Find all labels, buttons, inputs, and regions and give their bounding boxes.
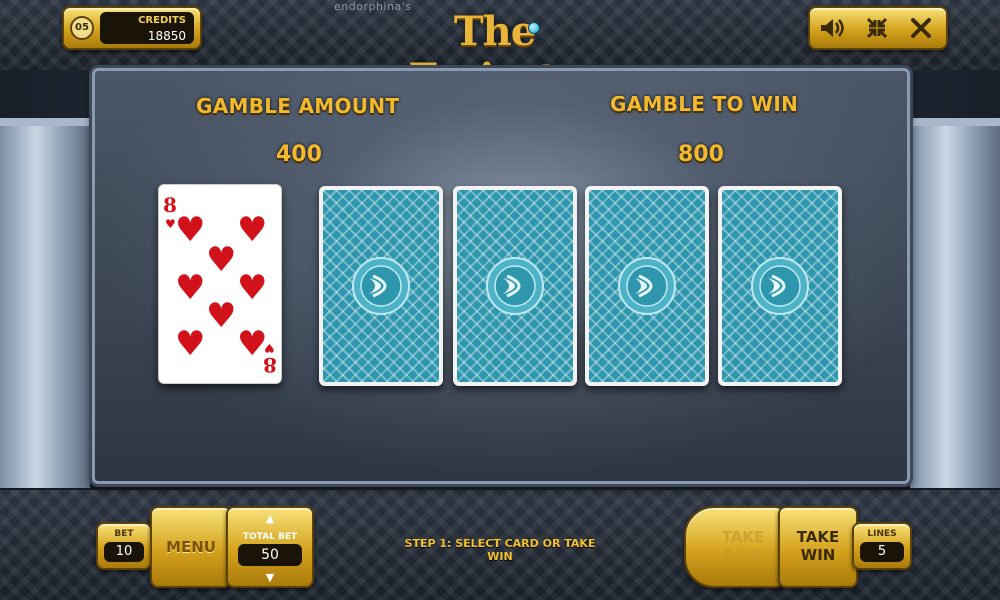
menu-label: MENU [166,538,216,556]
heart-icon: ♥ [237,210,268,250]
sound-button[interactable] [814,14,852,42]
bet-value: 10 [104,542,144,562]
take-win-button[interactable]: TAKE WIN [778,506,858,588]
heart-icon: ♥ [175,324,206,364]
lines-label: LINES [867,529,897,539]
heart-icon: ♥ [206,240,237,280]
right-pillar [910,118,1000,488]
fullscreen-button[interactable] [858,14,896,42]
bet-panel: BET 10 [96,522,152,570]
dealer-card: 8 ♥ ♥ ♥ ♥ ♥ ♥ ♥ ♥ ♥ ♥ 8 [158,184,282,384]
total-bet-panel: ▲ TOTAL BET 50 ▼ [226,506,314,588]
credits-label: CREDITS [138,15,186,26]
gem-icon [528,22,540,34]
level-badge: 05 [70,16,94,40]
card-emblem-icon [618,257,676,315]
credits-panel: 05 CREDITS 18850 [62,6,202,50]
bet-label: BET [114,529,134,539]
card-back-3[interactable] [585,186,709,386]
take-win-label: TAKE WIN [796,528,840,564]
menu-button[interactable]: MENU [150,506,232,588]
window-controls [808,6,948,50]
lines-value: 5 [860,542,904,562]
fullscreen-icon [866,17,888,39]
card-back-2[interactable] [453,186,577,386]
heart-icon: ♥ [206,296,237,336]
lines-panel: LINES 5 [852,522,912,570]
gamble-to-win-label: GAMBLE TO WIN [610,92,799,116]
close-icon [911,18,931,38]
total-bet-value: 50 [238,544,302,566]
card-rank: 8 [263,353,277,377]
heart-icon: ♥ [237,268,268,308]
take-risk-button[interactable]: TAKE RISK [684,506,784,588]
card-back-4[interactable] [718,186,842,386]
heart-icon: ♥ [175,210,206,250]
total-bet-label: TOTAL BET [242,532,298,542]
step-instruction: STEP 1: SELECT CARD OR TAKE WIN [404,537,596,563]
gamble-to-win-value: 800 [678,142,724,167]
gamble-amount-value: 400 [276,142,322,167]
card-emblem-icon [486,257,544,315]
speaker-icon [821,19,844,37]
take-risk-label: TAKE RISK [721,528,765,564]
card-emblem-icon [352,257,410,315]
card-back-1[interactable] [319,186,443,386]
credits-display: CREDITS 18850 [100,12,194,44]
credits-value: 18850 [147,29,186,43]
card-emblem-icon [751,257,809,315]
increase-bet-icon[interactable]: ▲ [228,512,312,525]
close-button[interactable] [902,14,940,42]
heart-icon: ♥ [175,268,206,308]
decrease-bet-icon[interactable]: ▼ [228,571,312,584]
left-pillar [0,118,90,488]
gamble-amount-label: GAMBLE AMOUNT [196,94,400,118]
